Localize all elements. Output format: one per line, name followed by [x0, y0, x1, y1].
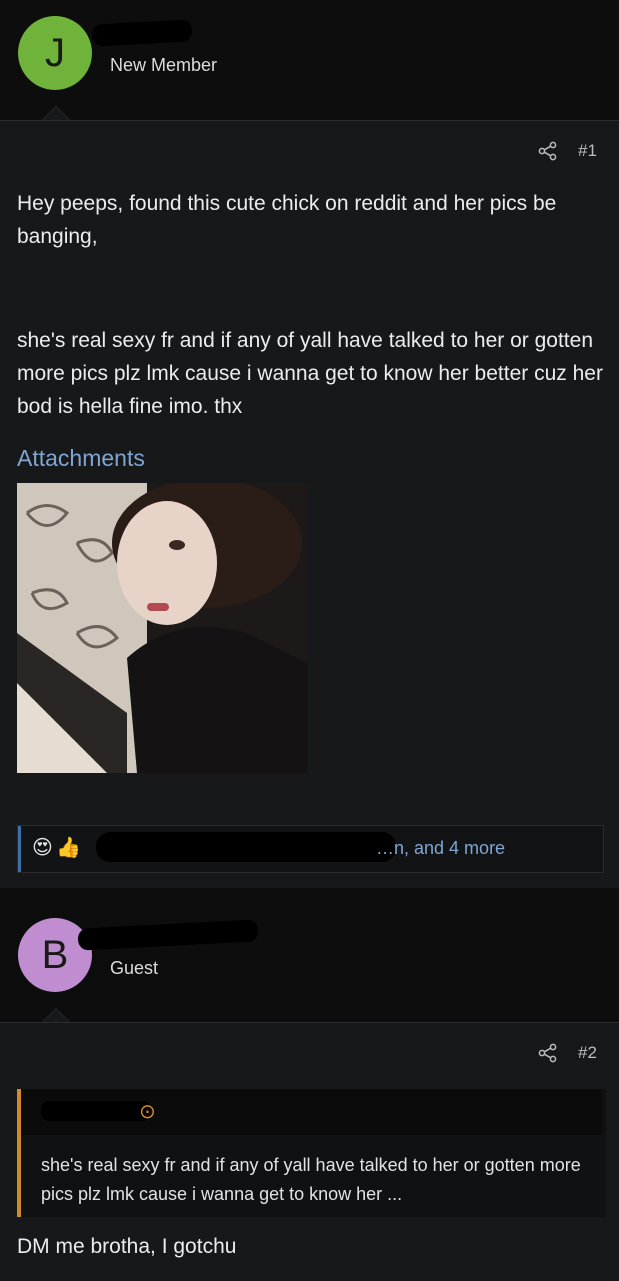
avatar[interactable]: J	[18, 16, 92, 90]
redacted-username	[91, 19, 193, 47]
thumbs-up-reaction-icon: 👍	[56, 837, 81, 859]
post-1-header: J New Member	[0, 0, 619, 120]
reaction-bar[interactable]: 😍 👍 …n, and 4 more	[17, 825, 604, 873]
attachment-thumbnail[interactable]	[17, 483, 307, 773]
quote-text: she's real sexy fr and if any of yall ha…	[41, 1155, 581, 1204]
post-message-line-2: she's real sexy fr and if any of yall ha…	[17, 329, 603, 418]
post-separator	[0, 888, 619, 900]
post-1-body: #1 Hey peeps, found this cute chick on r…	[0, 106, 619, 889]
quote-jump-icon[interactable]: ⊙	[139, 1099, 156, 1124]
quote-header: ⊙	[21, 1089, 602, 1135]
reaction-accent	[18, 826, 21, 872]
user-title: New Member	[110, 55, 218, 75]
avatar-initial: J	[45, 30, 65, 75]
quote-block[interactable]: ⊙ she's real sexy fr and if any of yall …	[17, 1089, 606, 1217]
redacted-reactors	[96, 832, 396, 862]
post-number-link[interactable]: #1	[578, 141, 597, 161]
share-icon[interactable]	[538, 1043, 558, 1063]
post-message-line-1: Hey peeps, found this cute chick on redd…	[17, 192, 557, 248]
heart-eyes-reaction-icon: 😍	[32, 837, 53, 859]
reaction-summary-link[interactable]: …n, and 4 more	[376, 838, 505, 859]
redacted-quote-author	[41, 1101, 151, 1121]
post-arrow	[42, 1008, 70, 1022]
reply-message: DM me brotha, I gotchu	[17, 1235, 237, 1258]
share-icon[interactable]	[538, 141, 558, 161]
post-2-body: #2 ⊙ she's real sexy fr and if any of ya…	[0, 1008, 619, 1281]
avatar-initial: B	[41, 932, 69, 977]
attachments-heading: Attachments	[17, 445, 145, 471]
redacted-username	[77, 919, 259, 951]
post-number-link[interactable]: #2	[578, 1043, 597, 1063]
post-arrow	[42, 106, 70, 120]
post-2-header: B Guest	[0, 900, 619, 1022]
user-title: Guest	[110, 958, 159, 978]
avatar[interactable]: B	[18, 918, 92, 992]
